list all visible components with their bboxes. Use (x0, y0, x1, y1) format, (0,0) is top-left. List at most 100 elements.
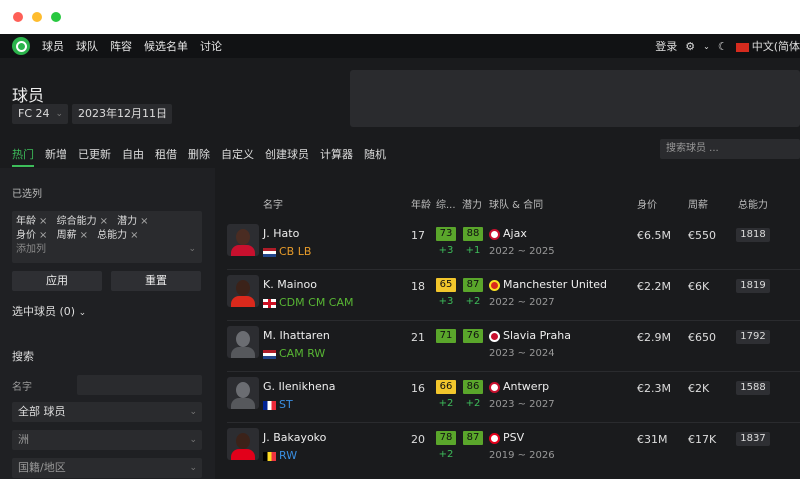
tab-hot[interactable]: 热门 (12, 146, 34, 167)
header-wage[interactable]: 周薪 (688, 196, 708, 211)
header-overall[interactable]: 综... (436, 196, 456, 211)
tab-loan[interactable]: 租借 (155, 146, 177, 167)
game-label: FC 24 (18, 107, 50, 120)
player-value: €31M (637, 433, 668, 446)
table-row[interactable]: J. Bakayoko RW 20 78 87 +2 PSV 2019 ~ 20… (227, 423, 800, 474)
chip-overall[interactable]: 综合能力 × (57, 216, 108, 227)
player-name[interactable]: K. Mainoo (263, 278, 317, 291)
player-positions: CB LB (263, 245, 311, 258)
nationality-select[interactable]: 国籍/地区 ⌄ (12, 458, 202, 478)
player-wage: €2K (688, 382, 710, 395)
club-name: Slavia Praha (503, 329, 571, 342)
continent-select[interactable]: 洲 ⌄ (12, 430, 202, 450)
header-club[interactable]: 球队 & 合同 (489, 196, 543, 211)
table-row[interactable]: G. Ilenikhena ST 16 66 86 +2 +2 Antwerp … (227, 372, 800, 423)
maximize-dot[interactable] (51, 12, 61, 22)
nav-clubs[interactable]: 球队 (76, 38, 98, 54)
player-name[interactable]: J. Hato (263, 227, 299, 240)
chip-label: 潜力 (117, 216, 138, 227)
login-link[interactable]: 登录 (655, 38, 677, 54)
header-age[interactable]: 年龄 (411, 196, 431, 211)
close-icon[interactable]: × (39, 216, 47, 227)
tab-updated[interactable]: 已更新 (78, 146, 111, 167)
reset-button[interactable]: 重置 (111, 271, 201, 291)
header-total[interactable]: 总能力 (738, 196, 768, 211)
close-icon[interactable]: × (100, 216, 108, 227)
potential-gain: +2 (465, 296, 481, 307)
close-icon[interactable]: × (130, 230, 138, 241)
chip-total-stats[interactable]: 总能力 × (97, 230, 138, 241)
close-icon[interactable]: × (39, 230, 47, 241)
add-column-placeholder: 添加列 (16, 244, 46, 255)
overall-rating: 66 (436, 380, 456, 394)
header-value[interactable]: 身价 (637, 196, 657, 211)
tab-new[interactable]: 新增 (45, 146, 67, 167)
language-selector[interactable]: 中文(简体 (735, 38, 800, 54)
total-stats: 1792 (736, 330, 770, 344)
selected-columns-box[interactable]: 年龄 × 综合能力 × 潜力 × 身价 × 周薪 × 总能力 × 添加列 ⌄ (12, 211, 202, 263)
apply-button[interactable]: 应用 (12, 271, 102, 291)
chevron-down-icon: ⌄ (189, 435, 197, 445)
nav-shortlist[interactable]: 候选名单 (144, 38, 188, 54)
close-icon[interactable]: × (80, 230, 88, 241)
player-value: €2.2M (637, 280, 671, 293)
player-type-label: 全部 球员 (18, 405, 66, 418)
psv-crest-icon (489, 432, 500, 444)
table-row[interactable]: J. Hato CB LB 17 73 88 +3 +1 Ajax 2022 ~… (227, 219, 800, 270)
chevron-down-icon[interactable]: ⌄ (703, 42, 710, 51)
tab-deleted[interactable]: 删除 (188, 146, 210, 167)
overall-gain: +3 (438, 296, 454, 307)
avatar (227, 377, 259, 409)
close-dot[interactable] (13, 12, 23, 22)
chevron-down-icon: ⌄ (159, 109, 167, 119)
chip-wage[interactable]: 周薪 × (57, 230, 88, 241)
header-potential[interactable]: 潜力 (462, 196, 482, 211)
table-row[interactable]: M. Ihattaren CAM RW 21 71 76 Slavia Prah… (227, 321, 800, 372)
selected-players-toggle[interactable]: 选中球员 (0) ⌄ (12, 303, 86, 319)
player-name[interactable]: J. Bakayoko (263, 431, 326, 444)
club-link[interactable]: PSV (489, 431, 524, 444)
chevron-down-icon: ⌄ (189, 407, 197, 417)
tab-free[interactable]: 自由 (122, 146, 144, 167)
tab-calculator[interactable]: 计算器 (320, 146, 353, 167)
moon-icon[interactable]: ☾ (718, 40, 728, 53)
avatar (227, 224, 259, 256)
date-select[interactable]: 2023年12月11日 ⌄ (72, 104, 172, 124)
club-link[interactable]: Manchester United (489, 278, 607, 291)
china-flag-icon (735, 42, 749, 52)
chip-value[interactable]: 身价 × (16, 230, 47, 241)
potential-rating: 87 (463, 278, 483, 292)
tab-random[interactable]: 随机 (364, 146, 386, 167)
chip-potential[interactable]: 潜力 × (117, 216, 148, 227)
chip-label: 身价 (16, 230, 36, 241)
club-link[interactable]: Antwerp (489, 380, 549, 393)
minimize-dot[interactable] (32, 12, 42, 22)
nav-squads[interactable]: 阵容 (110, 38, 132, 54)
player-age: 18 (411, 280, 425, 293)
tab-custom[interactable]: 自定义 (221, 146, 254, 167)
logo-icon[interactable] (12, 37, 30, 55)
add-column-input[interactable]: 添加列 ⌄ (16, 241, 198, 258)
player-search-input[interactable]: 搜索球员 ... (660, 139, 800, 159)
player-name[interactable]: G. Ilenikhena (263, 380, 335, 393)
positions-label: CB LB (279, 245, 312, 258)
player-positions: CAM RW (263, 347, 325, 360)
contract-period: 2022 ~ 2027 (489, 297, 555, 308)
game-select[interactable]: FC 24 ⌄ (12, 104, 68, 124)
chip-label: 综合能力 (56, 216, 97, 227)
nav-players[interactable]: 球员 (42, 38, 64, 54)
tab-create-player[interactable]: 创建球员 (265, 146, 309, 167)
table-row[interactable]: K. Mainoo CDM CM CAM 18 65 87 +3 +2 Manc… (227, 270, 800, 321)
nav-discussion[interactable]: 讨论 (200, 38, 222, 54)
chevron-down-icon: ⌄ (189, 463, 197, 473)
close-icon[interactable]: × (140, 216, 148, 227)
club-link[interactable]: Slavia Praha (489, 329, 571, 342)
club-link[interactable]: Ajax (489, 227, 527, 240)
name-input[interactable] (77, 375, 202, 395)
player-name[interactable]: M. Ihattaren (263, 329, 330, 342)
chip-age[interactable]: 年龄 × (16, 216, 47, 227)
header-name[interactable]: 名字 (263, 196, 283, 211)
positions-label: CDM CM CAM (279, 296, 354, 309)
player-type-select[interactable]: 全部 球员 ⌄ (12, 402, 202, 422)
gear-icon[interactable]: ⚙ (685, 40, 695, 53)
